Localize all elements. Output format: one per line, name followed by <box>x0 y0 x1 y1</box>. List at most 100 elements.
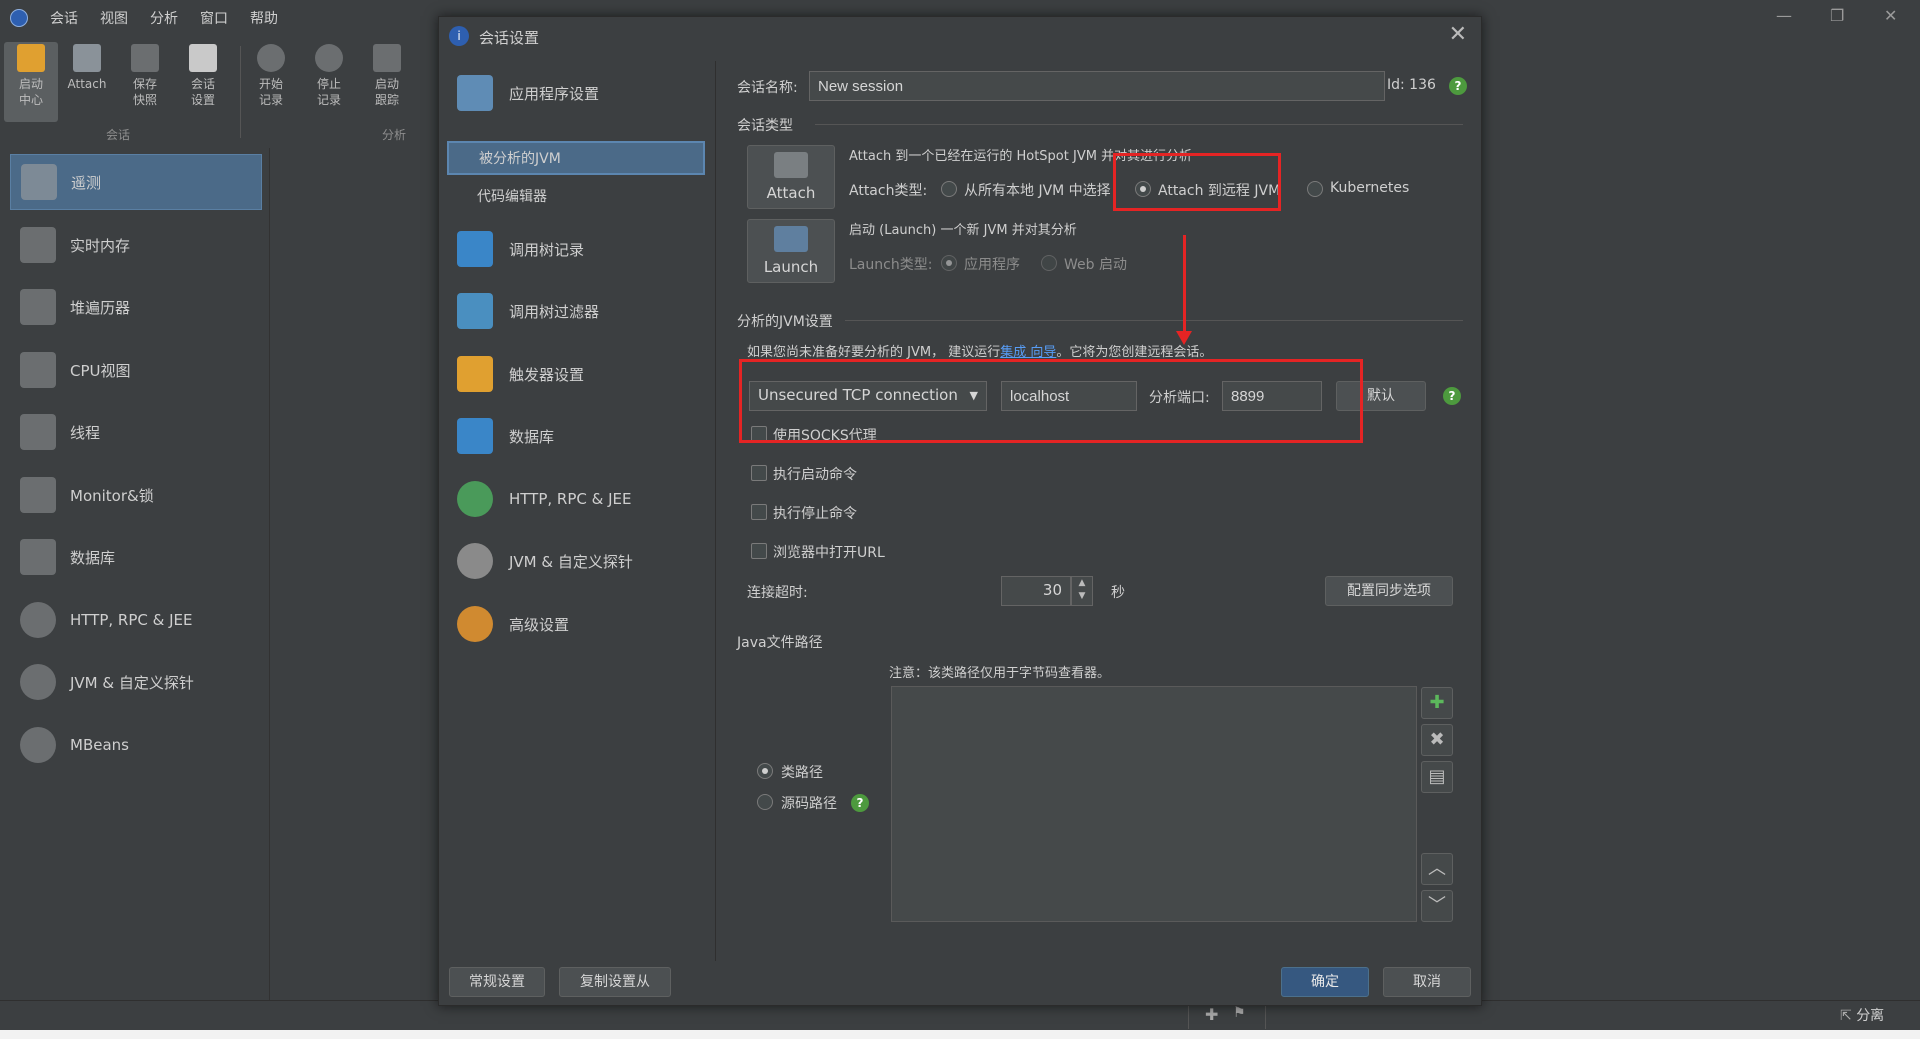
filter-icon <box>457 293 493 329</box>
nav-item-http-rpc-jee[interactable]: HTTP, RPC & JEE <box>10 592 262 648</box>
classpath-radio[interactable] <box>757 763 773 779</box>
help-icon[interactable]: ? <box>1449 77 1467 95</box>
nav-item-mbeans[interactable]: MBeans <box>10 717 262 773</box>
open-url-label: 浏览器中打开URL <box>773 545 885 561</box>
flag-icon[interactable]: ⚑ <box>1233 1005 1246 1021</box>
open-url-checkbox[interactable] <box>751 543 767 559</box>
session-settings-icon <box>189 44 217 72</box>
help-icon[interactable]: ? <box>851 794 869 812</box>
start-tracking-icon <box>373 44 401 72</box>
category-advanced-settings[interactable]: 高级设置 <box>447 596 709 652</box>
nav-item-threads[interactable]: 线程 <box>10 404 262 460</box>
save-snapshot-button[interactable]: 保存 快照 <box>118 42 172 108</box>
attach-kubernetes-radio[interactable] <box>1307 181 1323 197</box>
restore-button[interactable]: ❐ <box>1830 6 1844 25</box>
general-settings-button[interactable]: 常规设置 <box>449 967 545 997</box>
launch-app-label: 应用程序 <box>964 257 1020 273</box>
attach-button[interactable]: Attach <box>60 42 114 92</box>
menu-view[interactable]: 视图 <box>100 8 128 28</box>
nav-item-cpu-views[interactable]: CPU视图 <box>10 342 262 398</box>
pin-icon[interactable]: ✚ <box>1205 1005 1218 1024</box>
cancel-button[interactable]: 取消 <box>1383 967 1471 997</box>
sourcepath-label: 源码路径 <box>781 796 837 812</box>
launch-rocket-icon <box>774 226 808 252</box>
attach-plug-icon <box>774 152 808 178</box>
category-call-tree-filters[interactable]: 调用树过滤器 <box>447 283 709 339</box>
timeout-spinner[interactable]: 30 <box>1001 576 1071 606</box>
java-path-note: 注意：该类路径仅用于字节码查看器。 <box>889 666 1111 681</box>
annotation-arrowhead <box>1176 331 1192 345</box>
menu-analysis[interactable]: 分析 <box>150 8 178 28</box>
timeout-unit: 秒 <box>1111 585 1125 601</box>
category-jvm-probes[interactable]: JVM & 自定义探针 <box>447 533 709 589</box>
nav-item-telemetry[interactable]: 遥测 <box>10 154 262 210</box>
nav-item-heap-walker[interactable]: 堆遍历器 <box>10 279 262 335</box>
classpath-label: 类路径 <box>781 765 823 781</box>
category-http-rpc-jee[interactable]: HTTP, RPC & JEE <box>447 471 709 527</box>
telemetry-icon <box>21 164 57 200</box>
session-id: Id: 136 <box>1387 77 1436 93</box>
category-profiled-jvm[interactable]: 被分析的JVM <box>447 141 705 175</box>
attach-type-label: Attach类型: <box>849 183 928 199</box>
category-code-editor[interactable]: 代码编辑器 <box>447 179 709 213</box>
launch-type-label: Launch类型: <box>849 257 933 273</box>
launch-center-button[interactable]: 启动 中心 <box>4 42 58 122</box>
help-icon[interactable]: ? <box>1443 387 1461 405</box>
cpu-icon <box>20 352 56 388</box>
ok-button[interactable]: 确定 <box>1281 967 1369 997</box>
spinner-down-icon[interactable]: ▼ <box>1072 590 1092 603</box>
session-settings-button[interactable]: 会话 设置 <box>176 42 230 108</box>
add-icon[interactable]: ✚ <box>1421 687 1453 719</box>
annotation-arrow <box>1183 235 1186 335</box>
detach-button[interactable]: ⇱ 分离 <box>1840 1005 1884 1025</box>
globe-icon <box>20 602 56 638</box>
java-path-label: Java文件路径 <box>737 635 823 651</box>
nav-item-databases[interactable]: 数据库 <box>10 529 262 585</box>
move-down-icon[interactable]: ﹀ <box>1421 890 1453 922</box>
category-databases[interactable]: 数据库 <box>447 408 709 464</box>
stop-recording-button[interactable]: 停止 记录 <box>302 42 356 108</box>
timeout-stepper[interactable]: ▲ ▼ <box>1071 576 1093 606</box>
nav-item-live-memory[interactable]: 实时内存 <box>10 217 262 273</box>
gears-icon <box>457 606 493 642</box>
startup-command-checkbox[interactable] <box>751 465 767 481</box>
category-app-settings[interactable]: 应用程序设置 <box>447 65 709 121</box>
heap-walker-icon <box>20 289 56 325</box>
dialog-title: 会话设置 <box>479 29 540 47</box>
attach-local-radio[interactable] <box>941 181 957 197</box>
start-tracking-button[interactable]: 启动 跟踪 <box>360 42 414 108</box>
launch-type-button[interactable]: Launch <box>747 219 835 283</box>
detach-icon: ⇱ <box>1840 1008 1857 1024</box>
copy-settings-button[interactable]: 复制设置从 <box>559 967 671 997</box>
start-recording-button[interactable]: 开始 记录 <box>244 42 298 108</box>
sourcepath-radio[interactable] <box>757 794 773 810</box>
menu-help[interactable]: 帮助 <box>250 8 278 28</box>
paste-icon[interactable]: ▤ <box>1421 761 1453 793</box>
integration-wizard-link[interactable]: 集成 向导 <box>1000 345 1056 360</box>
stop-command-label: 执行停止命令 <box>773 506 857 522</box>
dialog-close-button[interactable]: ✕ <box>1449 22 1467 47</box>
session-name-input[interactable] <box>809 71 1385 101</box>
class-path-list[interactable] <box>891 686 1417 922</box>
nav-item-jvm-probes[interactable]: JVM & 自定义探针 <box>10 654 262 710</box>
attach-type-button[interactable]: Attach <box>747 145 835 209</box>
stop-command-checkbox[interactable] <box>751 504 767 520</box>
category-trigger-settings[interactable]: 触发器设置 <box>447 346 709 402</box>
session-name-label: 会话名称: <box>737 80 798 96</box>
menu-window[interactable]: 窗口 <box>200 8 228 28</box>
sync-options-button[interactable]: 配置同步选项 <box>1325 576 1453 606</box>
minimize-button[interactable]: — <box>1776 6 1792 25</box>
stop-recording-icon <box>315 44 343 72</box>
mbeans-globe-icon <box>20 727 56 763</box>
launch-web-label: Web 启动 <box>1064 257 1127 273</box>
menu-session[interactable]: 会话 <box>50 8 78 28</box>
remove-icon[interactable]: ✖ <box>1421 724 1453 756</box>
save-snapshot-icon <box>131 44 159 72</box>
close-window-button[interactable]: ✕ <box>1884 6 1897 25</box>
launch-app-radio[interactable] <box>941 255 957 271</box>
nav-item-monitors-locks[interactable]: Monitor&锁 <box>10 467 262 523</box>
spinner-up-icon[interactable]: ▲ <box>1072 577 1092 590</box>
category-call-tree-recording[interactable]: 调用树记录 <box>447 221 709 277</box>
move-up-icon[interactable]: ︿ <box>1421 853 1453 885</box>
launch-web-radio[interactable] <box>1041 255 1057 271</box>
